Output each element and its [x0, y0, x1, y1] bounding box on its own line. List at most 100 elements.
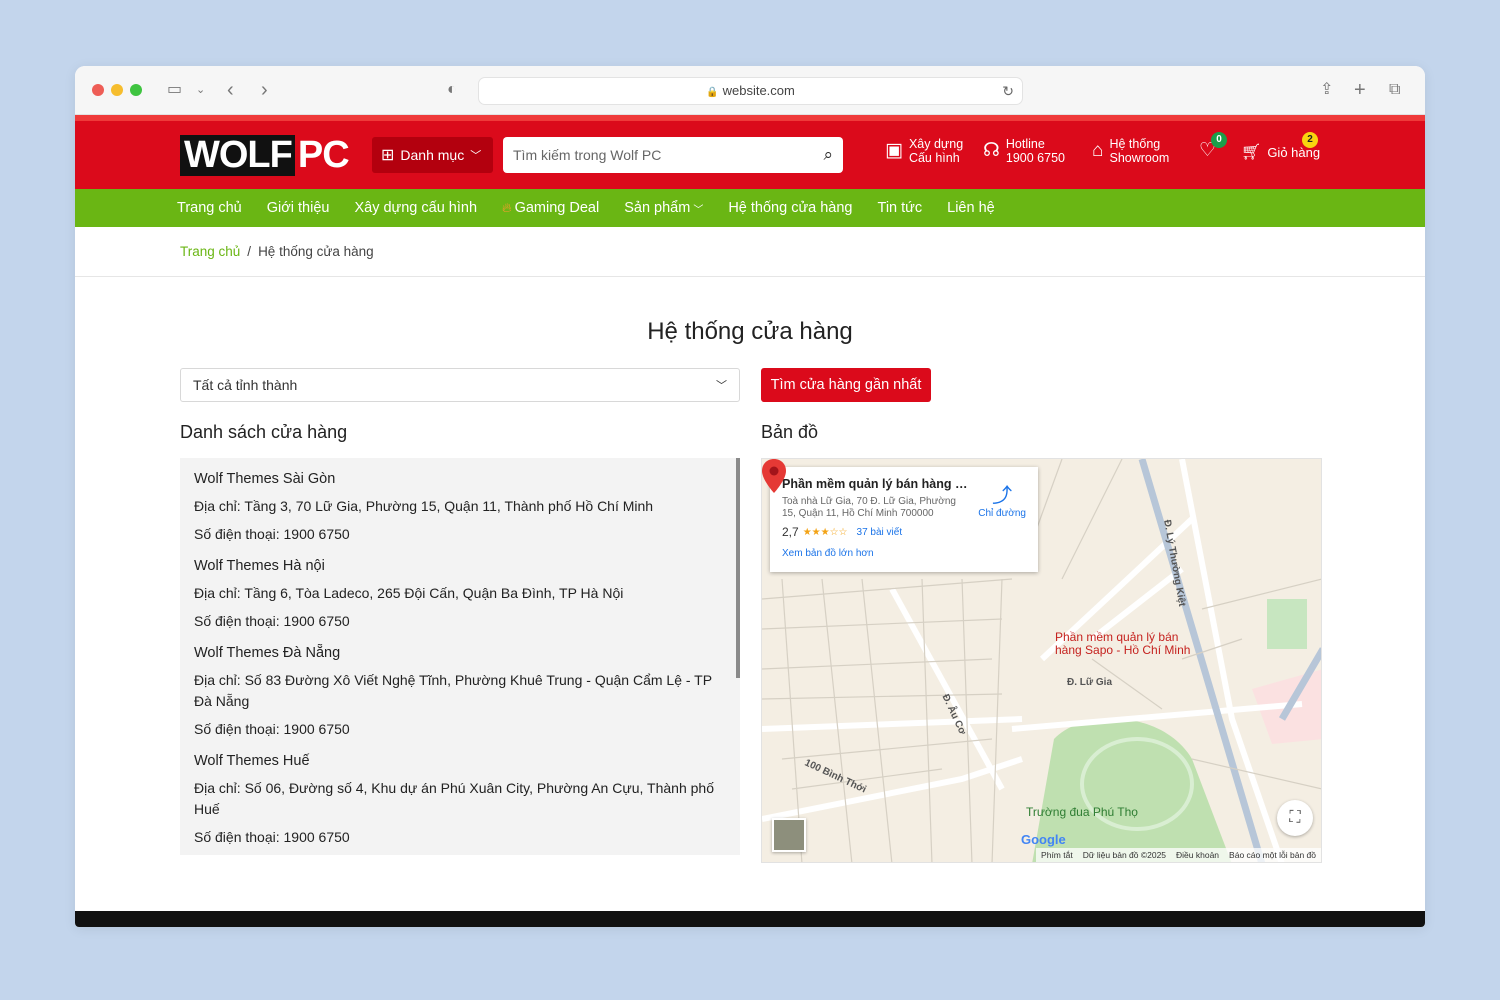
- sidebar-toggle-icon[interactable]: ▭: [167, 78, 182, 102]
- chevron-down-icon[interactable]: ⌄: [196, 78, 205, 102]
- store-list[interactable]: Wolf Themes Sài Gòn Địa chỉ: Tầng 3, 70 …: [180, 458, 740, 855]
- nav-item-contact[interactable]: Liên hệ: [947, 200, 995, 216]
- find-nearest-store-button[interactable]: Tìm cửa hàng gần nhất: [761, 368, 931, 402]
- chevron-down-icon: ﹀: [716, 380, 727, 392]
- flame-icon: 🔥︎: [502, 200, 512, 215]
- rating-value: 2,7: [782, 525, 799, 539]
- build-line1: Xây dựng: [908, 137, 964, 151]
- address-bar[interactable]: 🔒 website.com ↻: [478, 77, 1023, 105]
- store-address: Tầng 6, Tòa Ladeco, 265 Đội Cấn, Quận Ba…: [244, 585, 624, 601]
- wishlist-count-badge: 0: [1211, 132, 1227, 148]
- store-name: Wolf Themes Hà nội: [194, 558, 325, 574]
- keyboard-shortcuts-link[interactable]: Phím tắt: [1041, 850, 1073, 860]
- store-item[interactable]: Wolf Themes Sài Gòn Địa chỉ: Tầng 3, 70 …: [194, 471, 720, 545]
- search-icon[interactable]: ⌕: [823, 145, 833, 165]
- map-pin-icon[interactable]: [762, 459, 786, 493]
- directions-label: Chỉ đường: [978, 508, 1026, 519]
- star-rating-icon: ★★★☆☆: [802, 526, 848, 538]
- grid-icon: ⊞: [381, 147, 395, 164]
- nav-item-news[interactable]: Tin tức: [878, 200, 923, 216]
- back-icon[interactable]: ‹: [227, 78, 234, 102]
- showroom-line1: Hệ thống: [1109, 137, 1161, 151]
- store-item[interactable]: Wolf Themes Hà nội Địa chỉ: Tầng 6, Tòa …: [194, 558, 720, 632]
- store-item[interactable]: Wolf Themes Huế Địa chỉ: Số 06, Đường số…: [194, 753, 720, 848]
- nav-item-about[interactable]: Giới thiệu: [267, 200, 330, 216]
- store-phone: 1900 6750: [283, 613, 350, 629]
- lock-icon: 🔒: [706, 87, 719, 98]
- store-list-title: Danh sách cửa hàng: [180, 422, 348, 442]
- map-pin-label: Phần mềm quản lý bán hàng Sapo - Hồ Chí …: [1055, 631, 1190, 657]
- view-larger-map-link[interactable]: Xem bản đồ lớn hơn: [782, 548, 1028, 559]
- fullscreen-icon[interactable]: ⛶: [1277, 800, 1313, 836]
- directions-icon: ⤴: [992, 485, 1013, 507]
- close-window-button[interactable]: [92, 84, 104, 96]
- province-select-value: Tất cả tỉnh thành: [193, 377, 298, 393]
- store-phone: 1900 6750: [283, 526, 350, 542]
- phone-label: Số điện thoại:: [194, 526, 280, 542]
- headset-icon: ☊: [983, 140, 1000, 161]
- cart-icon: 🛒︎: [1241, 144, 1262, 161]
- address-label: Địa chỉ:: [194, 780, 241, 796]
- main-nav: Trang chủ Giới thiệu Xây dựng cấu hình 🔥…: [75, 189, 1425, 227]
- store-map[interactable]: Phần mềm quản lý bán hàng S... Toà nhà L…: [761, 458, 1322, 863]
- chevron-down-icon: ﹀: [470, 150, 482, 162]
- forward-icon[interactable]: ›: [261, 78, 268, 102]
- build-config-link[interactable]: ▣ Xây dựng Cấu hình: [885, 137, 963, 165]
- shield-icon[interactable]: ◐: [447, 78, 457, 102]
- share-icon[interactable]: ⇪: [1320, 78, 1333, 102]
- hotline-link[interactable]: ☊ Hotline 1900 6750: [983, 137, 1065, 165]
- store-address: Số 83 Đường Xô Viết Nghệ Tĩnh, Phường Kh…: [194, 672, 712, 709]
- browser-window: ▭ ⌄ ‹ › ◐ 🔒 website.com ↻ ⇪ + ⧉ WOLF PC ⊞…: [75, 66, 1425, 927]
- map-footer: Phím tắt Dữ liệu bản đồ ©2025 Điều khoản…: [1036, 848, 1321, 862]
- new-tab-icon[interactable]: +: [1354, 78, 1366, 102]
- breadcrumb-home[interactable]: Trang chủ: [180, 244, 240, 259]
- site-header: WOLF PC ⊞ Danh mục ﹀ ⌕ ▣ Xây dựngCấu hìn…: [75, 121, 1425, 189]
- reload-icon[interactable]: ↻: [1002, 78, 1014, 104]
- nav-item-home[interactable]: Trang chủ: [177, 200, 242, 216]
- map-info-card: Phần mềm quản lý bán hàng S... Toà nhà L…: [770, 467, 1038, 572]
- page-title: Hệ thống cửa hàng: [647, 318, 853, 345]
- pin-label-line2: hàng Sapo - Hồ Chí Minh: [1055, 643, 1191, 657]
- store-address: Số 06, Đường số 4, Khu dự án Phú Xuân Ci…: [194, 780, 714, 817]
- place-label: Trường đua Phú Thọ: [1026, 805, 1138, 819]
- nav-item-build[interactable]: Xây dựng cấu hình: [354, 200, 477, 216]
- pin-label-line1: Phần mềm quản lý bán: [1055, 630, 1179, 644]
- reviews-link[interactable]: 37 bài viết: [857, 527, 903, 538]
- build-line2: Cấu hình: [908, 151, 960, 165]
- showroom-link[interactable]: ⌂ Hệ thống Showroom: [1092, 137, 1169, 165]
- province-select[interactable]: Tất cả tỉnh thành ﹀: [180, 368, 740, 402]
- store-list-scrollbar[interactable]: [736, 458, 740, 678]
- nav-item-products[interactable]: Sản phẩm ﹀: [624, 200, 703, 216]
- directions-button[interactable]: ⤴ Chỉ đường: [978, 479, 1026, 519]
- store-address: Tầng 3, 70 Lữ Gia, Phường 15, Quận 11, T…: [244, 498, 654, 514]
- maximize-window-button[interactable]: [130, 84, 142, 96]
- cart-button[interactable]: 🛒︎ Giỏ hàng: [1241, 144, 1320, 161]
- site-footer: [75, 911, 1425, 927]
- site-logo[interactable]: WOLF PC: [180, 135, 350, 176]
- satellite-toggle[interactable]: [772, 818, 806, 852]
- phone-label: Số điện thoại:: [194, 829, 280, 845]
- category-menu-button[interactable]: ⊞ Danh mục ﹀: [372, 137, 493, 173]
- terms-link[interactable]: Điều khoản: [1176, 850, 1219, 860]
- category-label: Danh mục: [400, 147, 465, 163]
- search-box: ⌕: [503, 137, 843, 173]
- minimize-window-button[interactable]: [111, 84, 123, 96]
- nav-gaming-label: Gaming Deal: [514, 200, 600, 216]
- store-phone: 1900 6750: [283, 721, 350, 737]
- store-name: Wolf Themes Đà Nẵng: [194, 645, 341, 661]
- nav-products-label: Sản phẩm: [624, 200, 691, 216]
- breadcrumb-separator: /: [247, 244, 252, 259]
- nav-item-gaming-deal[interactable]: 🔥︎ Gaming Deal: [502, 200, 599, 216]
- map-card-address: Toà nhà Lữ Gia, 70 Đ. Lữ Gia, Phường 15,…: [782, 496, 956, 519]
- phone-label: Số điện thoại:: [194, 721, 280, 737]
- search-input[interactable]: [513, 147, 824, 163]
- street-label: Đ. Lữ Gia: [1067, 677, 1113, 688]
- report-error-link[interactable]: Báo cáo một lỗi bản đồ: [1229, 850, 1316, 860]
- hotline-number: 1900 6750: [1005, 151, 1065, 165]
- nav-item-stores[interactable]: Hệ thống cửa hàng: [728, 200, 852, 216]
- store-phone: 1900 6750: [283, 829, 350, 845]
- store-item[interactable]: Wolf Themes Đà Nẵng Địa chỉ: Số 83 Đường…: [194, 645, 720, 740]
- breadcrumb-current: Hệ thống cửa hàng: [258, 244, 374, 259]
- tabs-overview-icon[interactable]: ⧉: [1389, 78, 1400, 102]
- showroom-line2: Showroom: [1109, 151, 1170, 165]
